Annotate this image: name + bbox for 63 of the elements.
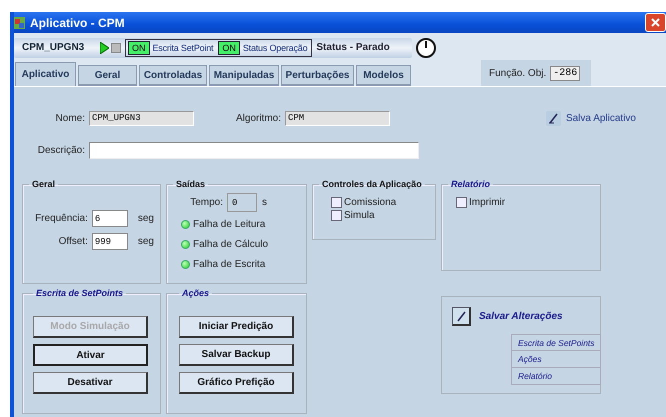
window-title: Aplicativo - CPM — [30, 16, 125, 30]
objective-value: -286 — [550, 66, 580, 80]
group-title: Geral — [31, 179, 56, 189]
checkbox[interactable] — [331, 197, 342, 208]
tab[interactable]: Manipuladas — [209, 65, 279, 86]
tab[interactable]: Modelos — [356, 65, 411, 86]
checkbox-label: Simula — [344, 210, 375, 221]
stop-icon[interactable] — [111, 42, 121, 52]
field-label: Descrição: — [36, 145, 85, 156]
input-field[interactable]: 6 — [92, 210, 128, 227]
group-title: Ações — [181, 288, 210, 298]
field-label: Algoritmo: — [234, 113, 281, 124]
on-badge: ON — [218, 40, 240, 54]
save-button[interactable] — [452, 307, 471, 326]
on-badge: ON — [128, 40, 150, 54]
field-label: Nome: — [54, 113, 85, 124]
action-button[interactable]: Desativar — [33, 372, 148, 394]
group-title: Controles da Aplicação — [321, 179, 423, 189]
algorithm-field[interactable]: CPM — [285, 111, 390, 126]
checkbox[interactable] — [331, 210, 342, 221]
action-button[interactable]: Iniciar Predição — [179, 316, 294, 338]
indicator-label: Falha de Escrita — [193, 259, 266, 270]
tab[interactable]: Controladas — [139, 65, 207, 86]
unit-label: seg — [138, 236, 154, 247]
field-label: Offset: — [58, 236, 88, 247]
section-link[interactable]: Relatório — [511, 368, 601, 385]
group-title: Relatório — [450, 179, 492, 189]
checkbox-label: Comissiona — [344, 197, 396, 208]
field-label: Tempo: — [189, 197, 223, 208]
time-field[interactable]: 0 — [227, 193, 257, 212]
indicator-label: Status Operação — [242, 42, 308, 52]
name-field[interactable]: CPM_UPGN3 — [89, 111, 194, 126]
tab[interactable]: Aplicativo — [15, 62, 76, 86]
group-title: Escrita de SetPoints — [35, 288, 124, 298]
unit-label: seg — [138, 213, 154, 224]
save-label: Salvar Alterações — [479, 311, 563, 322]
tab[interactable]: Perturbações — [281, 65, 354, 86]
pen-icon — [456, 310, 466, 322]
input-field[interactable]: 999 — [92, 233, 128, 250]
close-icon[interactable] — [645, 13, 666, 32]
objective-label: Função. Obj. — [489, 68, 546, 78]
action-button[interactable]: Gráfico Prefição — [179, 372, 294, 394]
field-label: Frequência: — [34, 213, 88, 224]
app-name: CPM_UPGN3 — [21, 42, 86, 53]
section-link[interactable]: Escrita de SetPoints — [511, 334, 601, 351]
tab[interactable]: Geral — [78, 65, 137, 86]
save-app-label[interactable]: Salva Aplicativo — [566, 113, 636, 124]
group-title: Saídas — [175, 179, 206, 189]
clock-icon — [416, 38, 436, 58]
play-icon[interactable] — [100, 42, 109, 54]
app-icon — [14, 16, 26, 30]
description-field[interactable] — [89, 142, 419, 159]
unit-label: s — [262, 197, 267, 208]
indicator-label: Falha de Cálculo — [193, 239, 268, 250]
pen-icon[interactable] — [546, 111, 561, 126]
section-link[interactable]: Ações — [511, 351, 601, 368]
indicator-label: Falha de Leitura — [193, 219, 266, 230]
indicator-label: Escrita SetPoint — [152, 42, 214, 52]
checkbox-label: Imprimir — [469, 197, 506, 208]
action-button[interactable]: Ativar — [33, 344, 148, 366]
checkbox[interactable] — [456, 197, 467, 208]
action-button[interactable]: Salvar Backup — [179, 344, 294, 366]
status-text: Status - Parado — [316, 42, 390, 53]
